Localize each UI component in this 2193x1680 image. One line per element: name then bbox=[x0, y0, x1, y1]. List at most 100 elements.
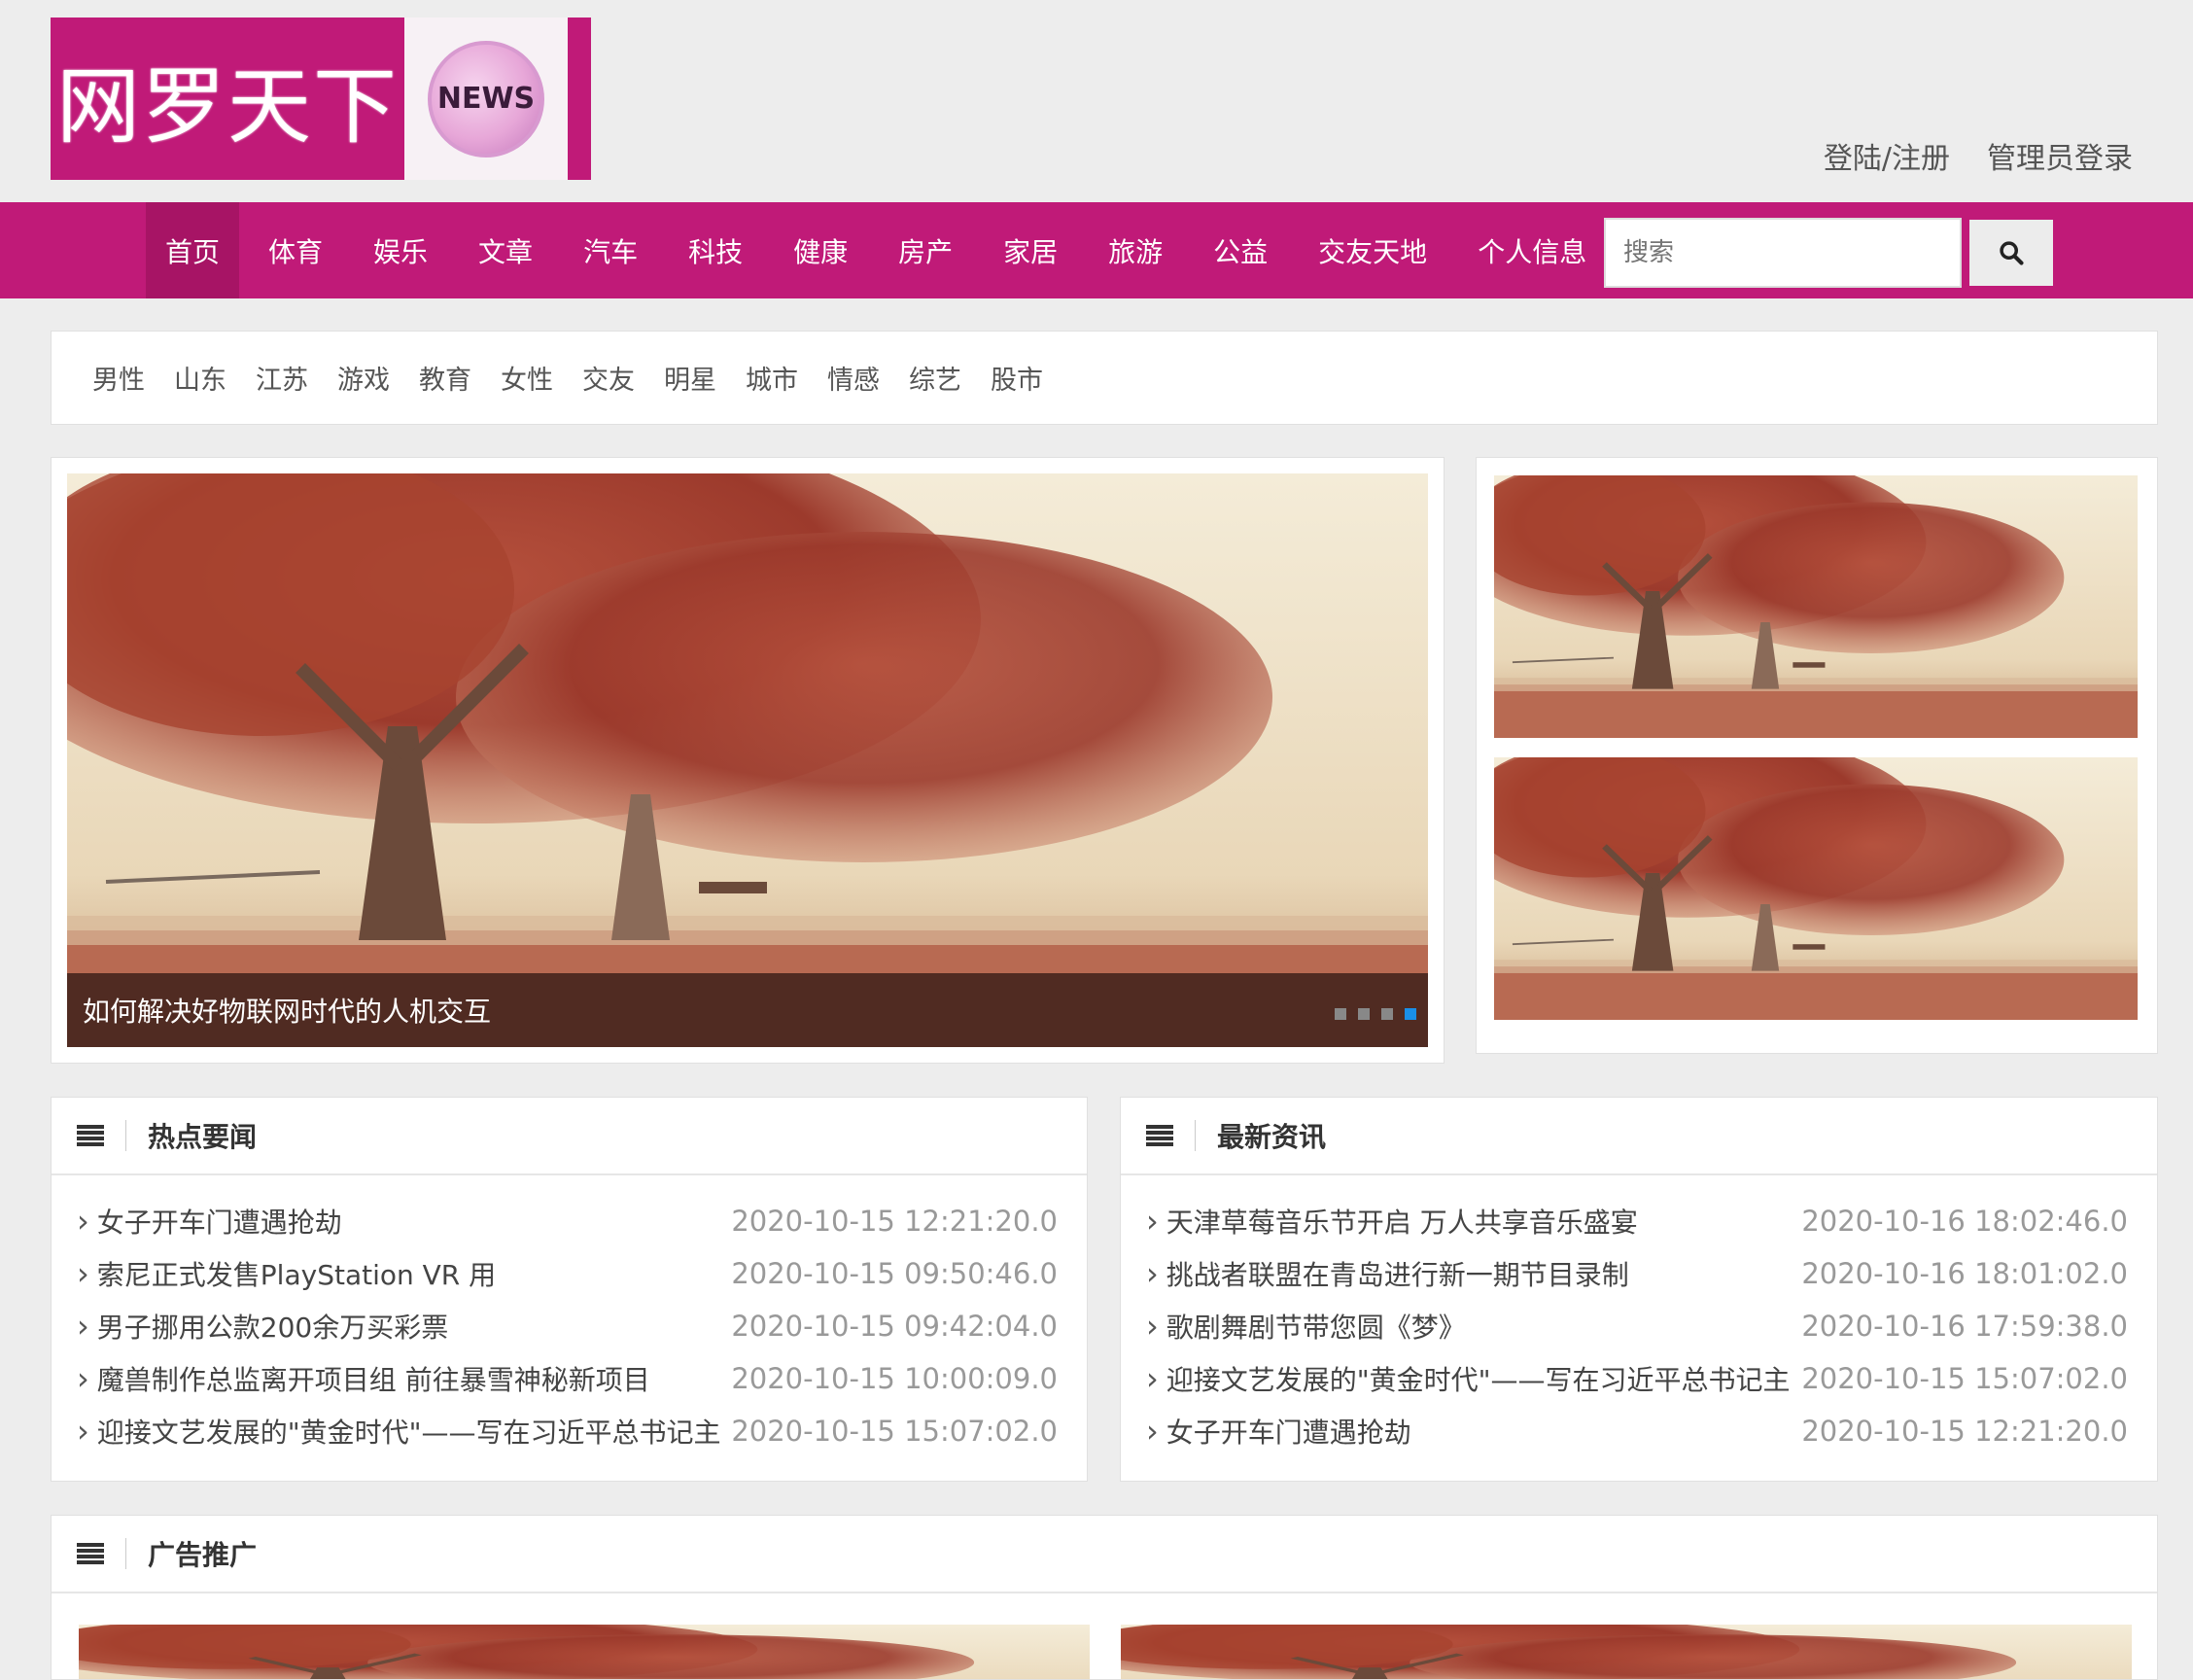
news-row: 女子开车门遭遇抢劫 2020-10-15 12:21:20.0 bbox=[77, 1195, 1058, 1247]
site-header: 网罗天下 NEWS 登陆/注册 管理员登录 bbox=[0, 0, 2193, 202]
tag-link[interactable]: 教育 bbox=[419, 359, 471, 397]
news-date: 2020-10-15 12:21:20.0 bbox=[1801, 1415, 2128, 1448]
news-title-link[interactable]: 魔兽制作总监离开项目组 前往暴雪神秘新项目 bbox=[77, 1359, 650, 1398]
panel-header: 热点要闻 bbox=[52, 1098, 1087, 1175]
panel-title: 广告推广 bbox=[148, 1539, 258, 1571]
ad-image-1[interactable] bbox=[79, 1625, 1090, 1680]
nav-item-1[interactable]: 体育 bbox=[247, 202, 344, 298]
ad-image-2[interactable] bbox=[1121, 1625, 2132, 1680]
tag-link[interactable]: 城市 bbox=[746, 359, 798, 397]
divider bbox=[125, 1120, 126, 1151]
tag-link[interactable]: 山东 bbox=[174, 359, 226, 397]
carousel-dot[interactable] bbox=[1405, 1008, 1416, 1020]
news-list: 天津草莓音乐节开启 万人共享音乐盛宴 2020-10-16 18:02:46.0 挑… bbox=[1121, 1175, 2157, 1457]
nav-items: 首页 体育 娱乐 文章 汽车 科技 健康 房产 家居 旅游 公益 交友天地 个人信息 bbox=[146, 202, 1616, 298]
news-title-link[interactable]: 女子开车门遭遇抢劫 bbox=[77, 1202, 342, 1241]
nav-item-11[interactable]: 交友天地 bbox=[1297, 202, 1448, 298]
carousel-caption-bar: 如何解决好物联网时代的人机交互 bbox=[67, 973, 1428, 1047]
tag-link[interactable]: 女性 bbox=[501, 359, 553, 397]
tag-link[interactable]: 明星 bbox=[664, 359, 716, 397]
news-row: 男子挪用公款200余万买彩票 2020-10-15 09:42:04.0 bbox=[77, 1300, 1058, 1352]
divider bbox=[125, 1538, 126, 1569]
carousel-dot[interactable] bbox=[1381, 1008, 1393, 1020]
list-icon bbox=[1146, 1125, 1173, 1146]
news-date: 2020-10-16 17:59:38.0 bbox=[1801, 1310, 2128, 1343]
nav-item-10[interactable]: 公益 bbox=[1192, 202, 1289, 298]
latest-news-panel: 最新资讯 天津草莓音乐节开启 万人共享音乐盛宴 2020-10-16 18:02:… bbox=[1120, 1097, 2158, 1482]
carousel-dots bbox=[1335, 1008, 1416, 1020]
search-icon bbox=[2000, 241, 2024, 265]
news-row: 挑战者联盟在青岛进行新一期节目录制 2020-10-16 18:01:02.0 bbox=[1146, 1247, 2128, 1300]
news-date: 2020-10-15 12:21:20.0 bbox=[731, 1205, 1058, 1238]
list-icon bbox=[77, 1125, 104, 1146]
hot-news-panel: 热点要闻 女子开车门遭遇抢劫 2020-10-15 12:21:20.0 索尼正式发… bbox=[51, 1097, 1088, 1482]
news-badge-icon: NEWS bbox=[428, 40, 544, 158]
news-date: 2020-10-15 10:00:09.0 bbox=[731, 1362, 1058, 1395]
panel-title: 最新资讯 bbox=[1217, 1121, 1327, 1153]
news-row: 迎接文艺发展的"黄金时代"——写在习近平总书记主 2020-10-15 15:07… bbox=[1146, 1352, 2128, 1405]
list-icon bbox=[77, 1543, 104, 1564]
panel-title: 热点要闻 bbox=[148, 1121, 258, 1153]
news-row: 女子开车门遭遇抢劫 2020-10-15 12:21:20.0 bbox=[1146, 1405, 2128, 1457]
news-list: 女子开车门遭遇抢劫 2020-10-15 12:21:20.0 索尼正式发售Play… bbox=[52, 1175, 1087, 1457]
news-row: 歌剧舞剧节带您圆《梦》 2020-10-16 17:59:38.0 bbox=[1146, 1300, 2128, 1352]
nav-item-6[interactable]: 健康 bbox=[772, 202, 869, 298]
login-register-link[interactable]: 登陆/注册 bbox=[1824, 134, 1950, 177]
site-logo[interactable]: 网罗天下 NEWS bbox=[51, 18, 591, 180]
tag-link[interactable]: 江苏 bbox=[256, 359, 308, 397]
news-row: 魔兽制作总监离开项目组 前往暴雪神秘新项目 2020-10-15 10:00:09… bbox=[77, 1352, 1058, 1405]
news-date: 2020-10-16 18:01:02.0 bbox=[1801, 1257, 2128, 1290]
nav-item-9[interactable]: 旅游 bbox=[1087, 202, 1184, 298]
news-row: 索尼正式发售PlayStation VR 用 2020-10-15 09:50:4… bbox=[77, 1247, 1058, 1300]
search-button[interactable] bbox=[1969, 220, 2053, 286]
logo-strip bbox=[568, 18, 591, 180]
tag-link[interactable]: 男性 bbox=[92, 359, 145, 397]
logo-badge: NEWS bbox=[404, 18, 568, 180]
tag-link[interactable]: 交友 bbox=[582, 359, 635, 397]
carousel-image[interactable]: 如何解决好物联网时代的人机交互 bbox=[67, 473, 1428, 1047]
tag-link[interactable]: 股市 bbox=[991, 359, 1043, 397]
search-input[interactable] bbox=[1604, 218, 1962, 288]
news-row: 天津草莓音乐节开启 万人共享音乐盛宴 2020-10-16 18:02:46.0 bbox=[1146, 1195, 2128, 1247]
tag-bar: 男性 山东 江苏 游戏 教育 女性 交友 明星 城市 情感 综艺 股市 bbox=[51, 331, 2158, 425]
side-image-1[interactable] bbox=[1494, 475, 2138, 738]
tag-link[interactable]: 情感 bbox=[827, 359, 880, 397]
tag-link[interactable]: 游戏 bbox=[337, 359, 390, 397]
top-links: 登陆/注册 管理员登录 bbox=[1824, 134, 2133, 177]
tag-link[interactable]: 综艺 bbox=[909, 359, 961, 397]
admin-login-link[interactable]: 管理员登录 bbox=[1987, 134, 2133, 177]
divider bbox=[1195, 1120, 1196, 1151]
news-date: 2020-10-16 18:02:46.0 bbox=[1801, 1205, 2128, 1238]
nav-item-4[interactable]: 汽车 bbox=[562, 202, 659, 298]
panel-header: 广告推广 bbox=[52, 1516, 2157, 1593]
nav-item-12[interactable]: 个人信息 bbox=[1456, 202, 1608, 298]
nav-item-7[interactable]: 房产 bbox=[877, 202, 974, 298]
carousel-caption[interactable]: 如何解决好物联网时代的人机交互 bbox=[83, 991, 491, 1030]
nav-item-3[interactable]: 文章 bbox=[457, 202, 554, 298]
carousel-dot[interactable] bbox=[1335, 1008, 1346, 1020]
carousel-dot[interactable] bbox=[1358, 1008, 1370, 1020]
news-title-link[interactable]: 天津草莓音乐节开启 万人共享音乐盛宴 bbox=[1146, 1202, 1638, 1241]
news-title-link[interactable]: 迎接文艺发展的"黄金时代"——写在习近平总书记主 bbox=[1146, 1359, 1791, 1398]
news-title-link[interactable]: 索尼正式发售PlayStation VR 用 bbox=[77, 1254, 496, 1293]
news-title-link[interactable]: 歌剧舞剧节带您圆《梦》 bbox=[1146, 1307, 1466, 1346]
news-title-link[interactable]: 女子开车门遭遇抢劫 bbox=[1146, 1412, 1411, 1451]
news-date: 2020-10-15 15:07:02.0 bbox=[1801, 1362, 2128, 1395]
news-row: 迎接文艺发展的"黄金时代"——写在习近平总书记主 2020-10-15 15:07… bbox=[77, 1405, 1058, 1457]
nav-item-0[interactable]: 首页 bbox=[146, 202, 240, 298]
news-date: 2020-10-15 15:07:02.0 bbox=[731, 1415, 1058, 1448]
logo-text: 网罗天下 bbox=[56, 58, 399, 156]
panel-header: 最新资讯 bbox=[1121, 1098, 2157, 1175]
news-title-link[interactable]: 男子挪用公款200余万买彩票 bbox=[77, 1307, 448, 1346]
side-images bbox=[1476, 457, 2158, 1054]
nav-item-8[interactable]: 家居 bbox=[982, 202, 1079, 298]
nav-item-5[interactable]: 科技 bbox=[667, 202, 764, 298]
news-date: 2020-10-15 09:50:46.0 bbox=[731, 1257, 1058, 1290]
ads-panel: 广告推广 bbox=[51, 1515, 2158, 1680]
side-image-2[interactable] bbox=[1494, 757, 2138, 1020]
nav-item-2[interactable]: 娱乐 bbox=[352, 202, 449, 298]
news-title-link[interactable]: 挑战者联盟在青岛进行新一期节目录制 bbox=[1146, 1254, 1629, 1293]
carousel: 如何解决好物联网时代的人机交互 bbox=[51, 457, 1445, 1064]
news-title-link[interactable]: 迎接文艺发展的"黄金时代"——写在习近平总书记主 bbox=[77, 1412, 721, 1451]
news-date: 2020-10-15 09:42:04.0 bbox=[731, 1310, 1058, 1343]
